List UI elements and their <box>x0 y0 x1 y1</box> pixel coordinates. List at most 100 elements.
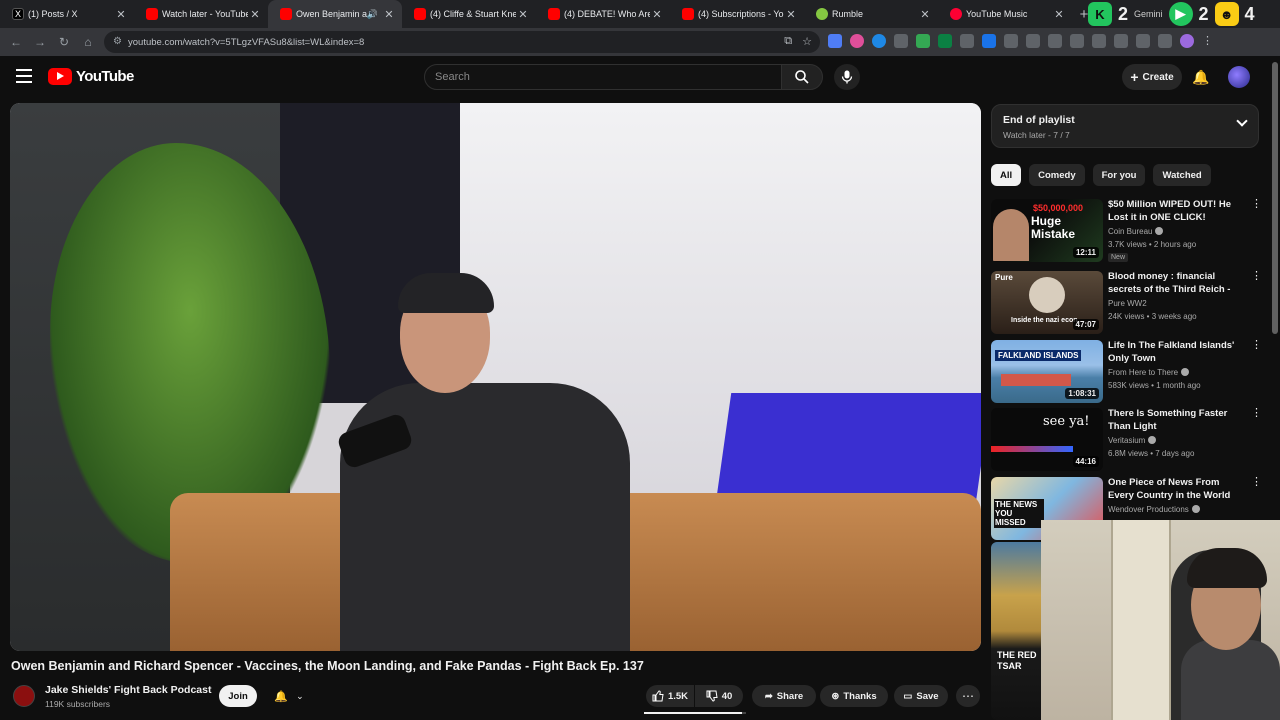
like-button[interactable]: 1.5K <box>646 685 694 707</box>
close-tab-icon[interactable]: ✕ <box>784 8 798 21</box>
thumbnail-houses <box>1001 374 1071 386</box>
close-tab-icon[interactable]: ✕ <box>1052 8 1066 21</box>
puzzle-icon[interactable] <box>1026 34 1040 48</box>
like-count: 1.5K <box>667 690 689 702</box>
close-tab-icon[interactable]: ✕ <box>918 8 932 21</box>
extension-icon[interactable] <box>938 34 952 48</box>
rec-channel-name: From Here to There <box>1108 368 1179 377</box>
chip-for-you[interactable]: For you <box>1092 164 1146 186</box>
kebab-menu-icon[interactable]: ⋮ <box>1202 34 1216 48</box>
chip-watched[interactable]: Watched <box>1153 164 1211 186</box>
chip-all[interactable]: All <box>991 164 1022 186</box>
recommended-video[interactable]: FALKLAND ISLANDS 1:08:31 Life In The Fal… <box>991 340 1262 404</box>
rec-channel[interactable]: Veritasium <box>1108 436 1157 445</box>
search-button[interactable] <box>781 64 823 90</box>
more-vertical-icon[interactable]: ⋮ <box>1251 477 1262 488</box>
address-bar[interactable]: ⚙ youtube.com/watch?v=5TLgzVFASu8&list=W… <box>104 31 820 53</box>
history-icon[interactable] <box>1048 34 1062 48</box>
more-vertical-icon[interactable]: ⋮ <box>1251 199 1262 210</box>
close-tab-icon[interactable]: ✕ <box>248 8 262 21</box>
speaker-icon[interactable]: 🔊 <box>367 9 378 20</box>
extension-icon[interactable] <box>850 34 864 48</box>
rec-channel[interactable]: Coin Bureau <box>1108 227 1164 236</box>
channel-avatar[interactable] <box>13 685 35 707</box>
close-tab-icon[interactable]: ✕ <box>114 8 128 21</box>
devtools-icon[interactable] <box>1092 34 1106 48</box>
extension-badges: K 2 Gemini ▶ 2 ☻ 4 <box>1088 2 1255 26</box>
reload-icon[interactable]: ↻ <box>52 35 76 49</box>
youtube-logo[interactable]: YouTube <box>48 68 134 85</box>
rec-channel[interactable]: Pure WW2 <box>1108 299 1147 308</box>
chevron-down-icon[interactable] <box>1236 115 1248 127</box>
extension-icon[interactable] <box>828 34 842 48</box>
hamburger-menu-icon[interactable] <box>16 69 32 83</box>
thumbs-down-icon <box>706 690 718 702</box>
extension-icon[interactable] <box>872 34 886 48</box>
page-scrollbar[interactable] <box>1272 62 1278 334</box>
more-vertical-icon[interactable]: ⋮ <box>1251 271 1262 282</box>
playlist-panel[interactable]: End of playlist Watch later - 7 / 7 <box>991 104 1259 148</box>
back-icon[interactable]: ← <box>4 35 28 49</box>
chip-comedy[interactable]: Comedy <box>1029 164 1085 186</box>
browser-tab[interactable]: (4) DEBATE! Who Are th✕ <box>536 0 670 28</box>
more-actions-button[interactable]: ⋯ <box>956 685 980 707</box>
recommended-video[interactable]: $50,000,000 Huge Mistake 12:11 $50 Milli… <box>991 199 1262 263</box>
dislike-button[interactable]: 40 <box>695 685 743 707</box>
browser-tab[interactable]: (4) Subscriptions - YouT✕ <box>670 0 804 28</box>
browser-tab[interactable]: Watch later - YouTube ✕ <box>134 0 268 28</box>
hidden-thumbnails-strip[interactable]: THE RED TSAR <box>991 542 1041 720</box>
more-vertical-icon[interactable]: ⋮ <box>1251 340 1262 351</box>
close-tab-icon[interactable]: ✕ <box>650 8 664 21</box>
thanks-button[interactable]: ⊛ Thanks <box>820 685 888 707</box>
account-avatar[interactable] <box>1228 66 1250 88</box>
home-icon[interactable]: ⌂ <box>76 35 100 49</box>
close-tab-icon[interactable]: ✕ <box>382 8 396 21</box>
bookmark-star-icon[interactable]: ☆ <box>802 35 812 48</box>
video-thumbnail[interactable]: $50,000,000 Huge Mistake 12:11 <box>991 199 1103 262</box>
thumbnail-person <box>993 209 1029 261</box>
rec-channel[interactable]: From Here to There <box>1108 368 1190 377</box>
extension-icon[interactable] <box>1070 34 1084 48</box>
video-thumbnail[interactable]: Pure Inside the nazi econ 47:07 <box>991 271 1103 334</box>
recommended-video[interactable]: see ya! 44:16 There Is Something Faster … <box>991 408 1262 472</box>
join-button[interactable]: Join <box>219 685 257 707</box>
browser-tab[interactable]: X (1) Posts / X ✕ <box>0 0 134 28</box>
extension-icon[interactable] <box>894 34 908 48</box>
tab-title: YouTube Music <box>966 9 1028 19</box>
sidebar-icon[interactable] <box>1114 34 1128 48</box>
install-icon[interactable]: ⧉ <box>784 35 792 48</box>
face-extension-icon[interactable]: ☻ <box>1214 2 1239 26</box>
browser-tab-active[interactable]: Owen Benjamin and🔊 ✕ <box>268 0 402 28</box>
video-player[interactable] <box>10 103 981 651</box>
rec-channel[interactable]: Wendover Productions <box>1108 505 1200 514</box>
extension-icon[interactable] <box>960 34 974 48</box>
duration-badge: 1:08:31 <box>1065 388 1099 399</box>
close-tab-icon[interactable]: ✕ <box>516 8 530 21</box>
video-thumbnail[interactable]: FALKLAND ISLANDS 1:08:31 <box>991 340 1103 403</box>
recommended-video[interactable]: Pure Inside the nazi econ 47:07 Blood mo… <box>991 271 1262 335</box>
share-button[interactable]: ➦ Share <box>752 685 816 707</box>
extension-icon[interactable] <box>982 34 996 48</box>
site-info-icon[interactable]: ⚙ <box>113 36 122 47</box>
more-vertical-icon[interactable]: ⋮ <box>1251 408 1262 419</box>
browser-tab[interactable]: Rumble ✕ <box>804 0 938 28</box>
voice-search-button[interactable] <box>834 64 860 90</box>
profile-icon[interactable] <box>1180 34 1194 48</box>
play-extension-icon[interactable]: ▶ <box>1168 2 1193 26</box>
extension-icon[interactable] <box>1136 34 1150 48</box>
reading-list-icon[interactable] <box>1158 34 1172 48</box>
video-thumbnail[interactable]: see ya! 44:16 <box>991 408 1103 471</box>
extension-icon[interactable] <box>916 34 930 48</box>
search-input[interactable]: Search <box>424 64 782 90</box>
extension-icon[interactable] <box>1004 34 1018 48</box>
forward-icon[interactable]: → <box>28 35 52 49</box>
browser-tab[interactable]: (4) Cliffe & Stuart Knech✕ <box>402 0 536 28</box>
subscription-bell-button[interactable]: 🔔 ⌄ <box>268 685 310 707</box>
gemini-label[interactable]: Gemini <box>1134 9 1163 19</box>
create-button[interactable]: + Create <box>1122 64 1182 90</box>
channel-name[interactable]: Jake Shields' Fight Back Podcast <box>45 684 211 696</box>
notifications-bell-icon[interactable]: 🔔 <box>1192 69 1209 86</box>
k-extension-icon[interactable]: K <box>1088 2 1112 26</box>
save-button[interactable]: ▭ Save <box>894 685 948 707</box>
browser-tab[interactable]: YouTube Music ✕ <box>938 0 1072 28</box>
